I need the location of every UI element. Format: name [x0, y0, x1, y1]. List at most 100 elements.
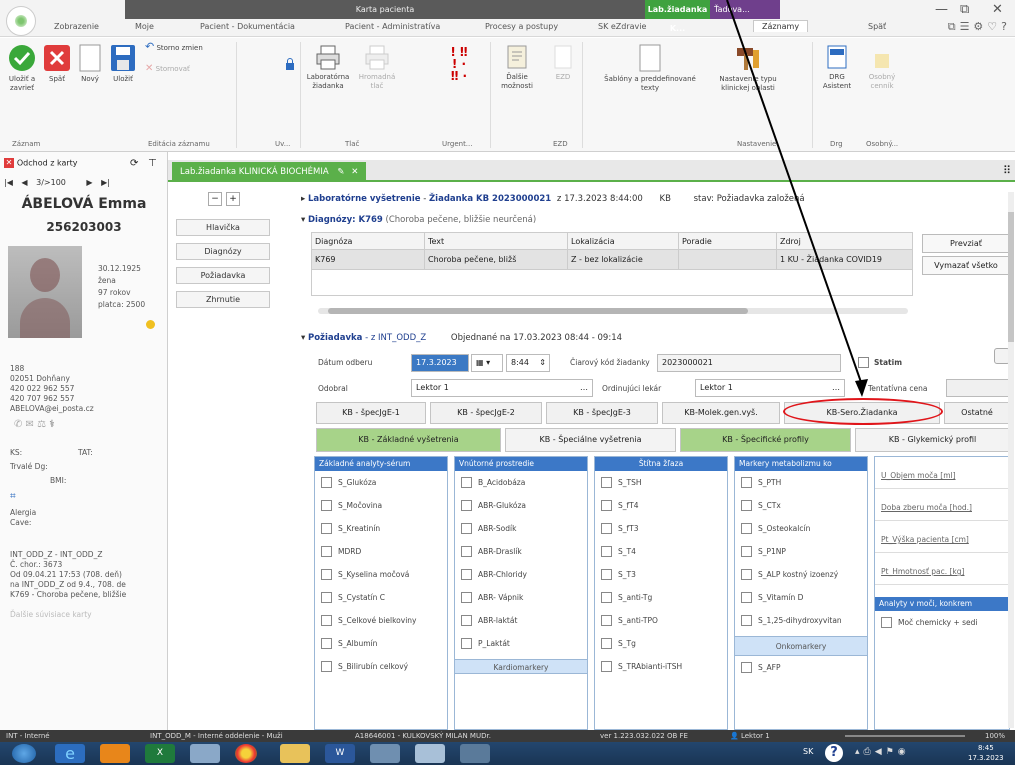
close-window-button[interactable]: ✕ [992, 2, 1003, 17]
checkbox[interactable] [321, 615, 332, 626]
lookup-ellipsis-icon[interactable]: … [832, 380, 840, 396]
first-record-icon[interactable]: |◀ [4, 178, 13, 187]
list-item[interactable]: S_PTH [735, 471, 867, 494]
header-expander-icon[interactable]: ▸ [301, 194, 305, 204]
list-item[interactable]: S_Albumín [315, 632, 447, 655]
horizontal-scrollbar[interactable] [318, 308, 908, 314]
list-item[interactable]: S_fT4 [595, 494, 727, 517]
col-zdroj[interactable]: Zdroj [776, 232, 913, 250]
scrollbar-thumb[interactable] [328, 308, 748, 314]
list-item[interactable]: S_CTx [735, 494, 867, 517]
checkbox[interactable] [461, 615, 472, 626]
status-user[interactable]: 👤 Lektor 1 [730, 730, 770, 742]
list-item[interactable]: S_anti-TPO [595, 609, 727, 632]
excel-icon[interactable]: X [145, 744, 175, 763]
checkbox[interactable] [741, 546, 752, 557]
tab-glykemicky-profil[interactable]: KB - Glykemický profil [855, 428, 1010, 452]
ezd-button[interactable]: EZD [550, 44, 576, 82]
tray-icons[interactable]: ▴⎙◀⚑◉ [855, 747, 910, 757]
col-diagnoza[interactable]: Diagnóza [311, 232, 425, 250]
list-item[interactable]: MDRD [315, 540, 447, 563]
dalsie-moznosti-button[interactable]: Ďalšie možnosti [495, 44, 539, 91]
nav-diagnozy[interactable]: Diagnózy [176, 243, 270, 260]
checkbox[interactable] [601, 569, 612, 580]
context-tab-lab-ziadanka[interactable]: Lab.žiadanka K... [645, 0, 710, 33]
list-item[interactable]: S_AFP [735, 656, 867, 679]
list-item[interactable]: S_TRAbianti-iTSH [595, 655, 727, 678]
media-player-icon[interactable] [100, 744, 130, 763]
list-item[interactable]: S_fT3 [595, 517, 727, 540]
checkbox[interactable] [461, 592, 472, 603]
checkbox[interactable] [881, 617, 892, 628]
checkbox[interactable] [461, 546, 472, 557]
list-item[interactable]: S_Osteokalcín [735, 517, 867, 540]
list-item[interactable]: S_Glukóza [315, 471, 447, 494]
list-item[interactable]: ABR-Glukóza [455, 494, 587, 517]
exit-icon[interactable]: ✕ [4, 158, 14, 168]
checkbox[interactable] [321, 638, 332, 649]
menu-zobrazenie[interactable]: Zobrazenie [54, 22, 99, 31]
status-oddelenie[interactable]: INT_ODD_M - Interné oddelenie - Muži [150, 730, 283, 742]
diag-expander-icon[interactable]: ▾ [301, 215, 305, 225]
checkbox[interactable] [741, 592, 752, 603]
chrome-icon[interactable] [235, 744, 257, 763]
vertical-scrollbar[interactable] [1008, 192, 1014, 728]
menu-moje[interactable]: Moje [135, 22, 154, 31]
close-tab-icon[interactable]: ✕ [351, 167, 358, 177]
checkbox[interactable] [601, 500, 612, 511]
list-item[interactable]: ABR-Draslík [455, 540, 587, 563]
app-icon-2[interactable] [415, 744, 445, 763]
storno-zmien-button[interactable]: ↶ Storno zmien [145, 41, 215, 53]
vymazat-vsetko-button[interactable]: Vymazať všetko [922, 256, 1010, 275]
stornovat-button[interactable]: ✕ Stornovať [145, 64, 215, 74]
checkbox[interactable] [321, 477, 332, 488]
menu-pacient-administrativa[interactable]: Pacient - Administratíva [345, 22, 440, 31]
checkbox[interactable] [461, 500, 472, 511]
checkbox[interactable] [461, 477, 472, 488]
menu-procesy[interactable]: Procesy a postupy [485, 22, 558, 31]
drg-asistent-button[interactable]: DRG Asistent [818, 44, 856, 91]
list-item[interactable]: S_T4 [595, 540, 727, 563]
start-button-icon[interactable] [12, 744, 36, 763]
osobny-cennik-button[interactable]: Osobný cenník [860, 44, 904, 91]
list-item[interactable]: ABR-Chloridy [455, 563, 587, 586]
list-item[interactable]: S_Cystatín C [315, 586, 447, 609]
spin-icon[interactable]: ⇕ [539, 355, 546, 371]
checkbox[interactable] [321, 546, 332, 557]
list-item[interactable]: S_T3 [595, 563, 727, 586]
list-item[interactable]: S_anti-Tg [595, 586, 727, 609]
lookup-ellipsis-icon[interactable]: … [580, 380, 588, 396]
nav-zhrnutie[interactable]: Zhrnutie [176, 291, 270, 308]
sablony-button[interactable]: Šablóny a preddefinované texty [598, 44, 702, 93]
statim-checkbox[interactable] [858, 357, 869, 368]
list-item[interactable]: S_Celkové bielkoviny [315, 609, 447, 632]
tab-specialne-vysetrenia[interactable]: KB - Špeciálne vyšetrenia [505, 428, 676, 452]
vertical-scrollbar-thumb[interactable] [1008, 212, 1014, 342]
urgent-icons[interactable]: ! ‼! · ‼ · [447, 46, 471, 82]
word-icon[interactable]: W [325, 744, 355, 763]
list-item[interactable]: S_Močovina [315, 494, 447, 517]
status-lekar[interactable]: A18646001 - KULKOVSKÝ MILAN MUDr. [355, 730, 491, 742]
minimize-button[interactable]: — [935, 2, 948, 17]
tab-spec-ige-3[interactable]: KB - špecJgE-3 [546, 402, 658, 424]
tab-ostatne[interactable]: Ostatné [944, 402, 1010, 424]
list-item[interactable]: S_TSH [595, 471, 727, 494]
odobral-field[interactable]: Lektor 1… [411, 379, 593, 397]
checkbox[interactable] [741, 569, 752, 580]
last-record-icon[interactable]: ▶| [101, 178, 110, 187]
list-item[interactable]: S_Bilirubín celkový [315, 655, 447, 678]
explorer-icon[interactable] [280, 744, 310, 763]
app-logo-icon[interactable] [6, 6, 36, 36]
checkbox[interactable] [321, 523, 332, 534]
tab-zakladne-vysetrenia[interactable]: KB - Základné vyšetrenia [316, 428, 501, 452]
cas-field[interactable]: 8:44 ⇕ [506, 354, 550, 372]
ie-icon[interactable]: e [55, 744, 85, 763]
prevziat-button[interactable]: Prevziať [922, 234, 1010, 253]
checkbox[interactable] [741, 662, 752, 673]
status-int[interactable]: INT - Interné [6, 730, 50, 742]
col-text[interactable]: Text [424, 232, 568, 250]
checkbox[interactable] [741, 615, 752, 626]
grid-menu-icon[interactable]: ⠿ [1003, 164, 1011, 177]
contact-icons[interactable]: ✆ ✉ ⚖ ⚕ [14, 420, 55, 430]
lab-ziadanka-button[interactable]: Laboratórna žiadanka [303, 44, 353, 91]
